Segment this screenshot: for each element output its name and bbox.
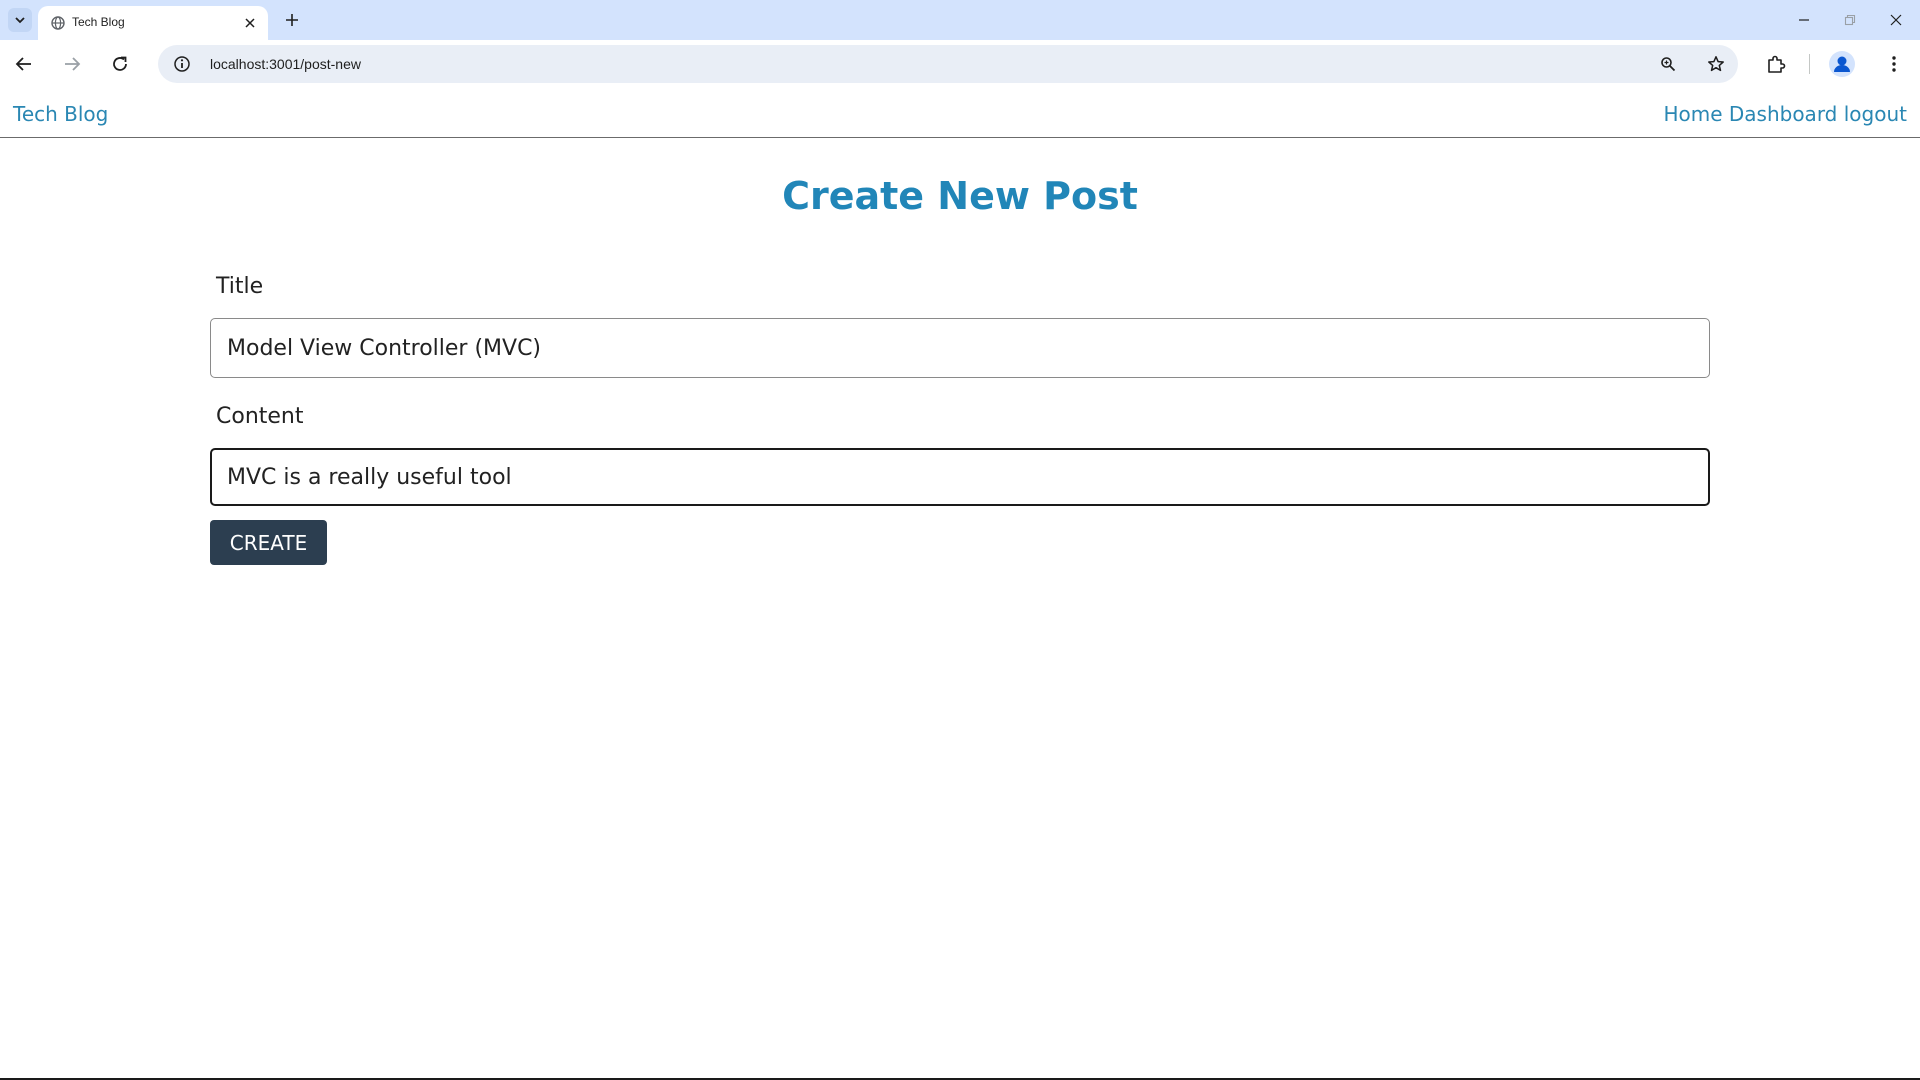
back-arrow-icon[interactable] — [10, 50, 38, 78]
forward-arrow-icon[interactable] — [58, 50, 86, 78]
browser-tab-strip: Tech Blog — [0, 0, 1920, 40]
create-button[interactable]: CREATE — [210, 520, 327, 565]
header-nav: Home Dashboard logout — [1663, 102, 1907, 126]
title-label: Title — [216, 274, 264, 299]
tab-title: Tech Blog — [72, 15, 125, 29]
reload-icon[interactable] — [106, 50, 134, 78]
address-bar[interactable]: localhost:3001/post-new — [158, 45, 1738, 83]
extensions-puzzle-icon[interactable] — [1762, 50, 1790, 78]
minimize-window-icon[interactable] — [1782, 6, 1826, 34]
content-label: Content — [216, 404, 304, 429]
tab-close-icon[interactable] — [240, 13, 260, 33]
browser-menu-kebab-icon[interactable] — [1880, 50, 1908, 78]
nav-dashboard-link[interactable]: Dashboard — [1729, 102, 1838, 126]
browser-tab-active[interactable]: Tech Blog — [38, 6, 268, 40]
new-tab-plus-icon[interactable] — [280, 8, 304, 32]
browser-toolbar: localhost:3001/post-new — [0, 40, 1920, 88]
toolbar-separator — [1809, 54, 1810, 74]
restore-window-icon[interactable] — [1828, 6, 1872, 34]
close-window-icon[interactable] — [1874, 6, 1918, 34]
tab-search-chevron-icon[interactable] — [8, 8, 32, 32]
zoom-icon[interactable] — [1656, 52, 1680, 76]
title-input[interactable] — [210, 318, 1710, 378]
page-content: Tech Blog Home Dashboard logout Create N… — [0, 88, 1920, 1080]
bookmark-star-icon[interactable] — [1704, 52, 1728, 76]
profile-avatar-icon[interactable] — [1829, 51, 1855, 77]
brand-link[interactable]: Tech Blog — [13, 102, 108, 126]
globe-icon — [50, 15, 66, 31]
site-info-icon[interactable] — [170, 52, 194, 76]
site-header: Tech Blog Home Dashboard logout — [0, 88, 1920, 138]
nav-logout-link[interactable]: logout — [1844, 102, 1907, 126]
content-input[interactable] — [210, 448, 1710, 506]
page-title: Create New Post — [782, 174, 1138, 218]
nav-home-link[interactable]: Home — [1663, 102, 1722, 126]
url-text[interactable]: localhost:3001/post-new — [210, 56, 361, 72]
